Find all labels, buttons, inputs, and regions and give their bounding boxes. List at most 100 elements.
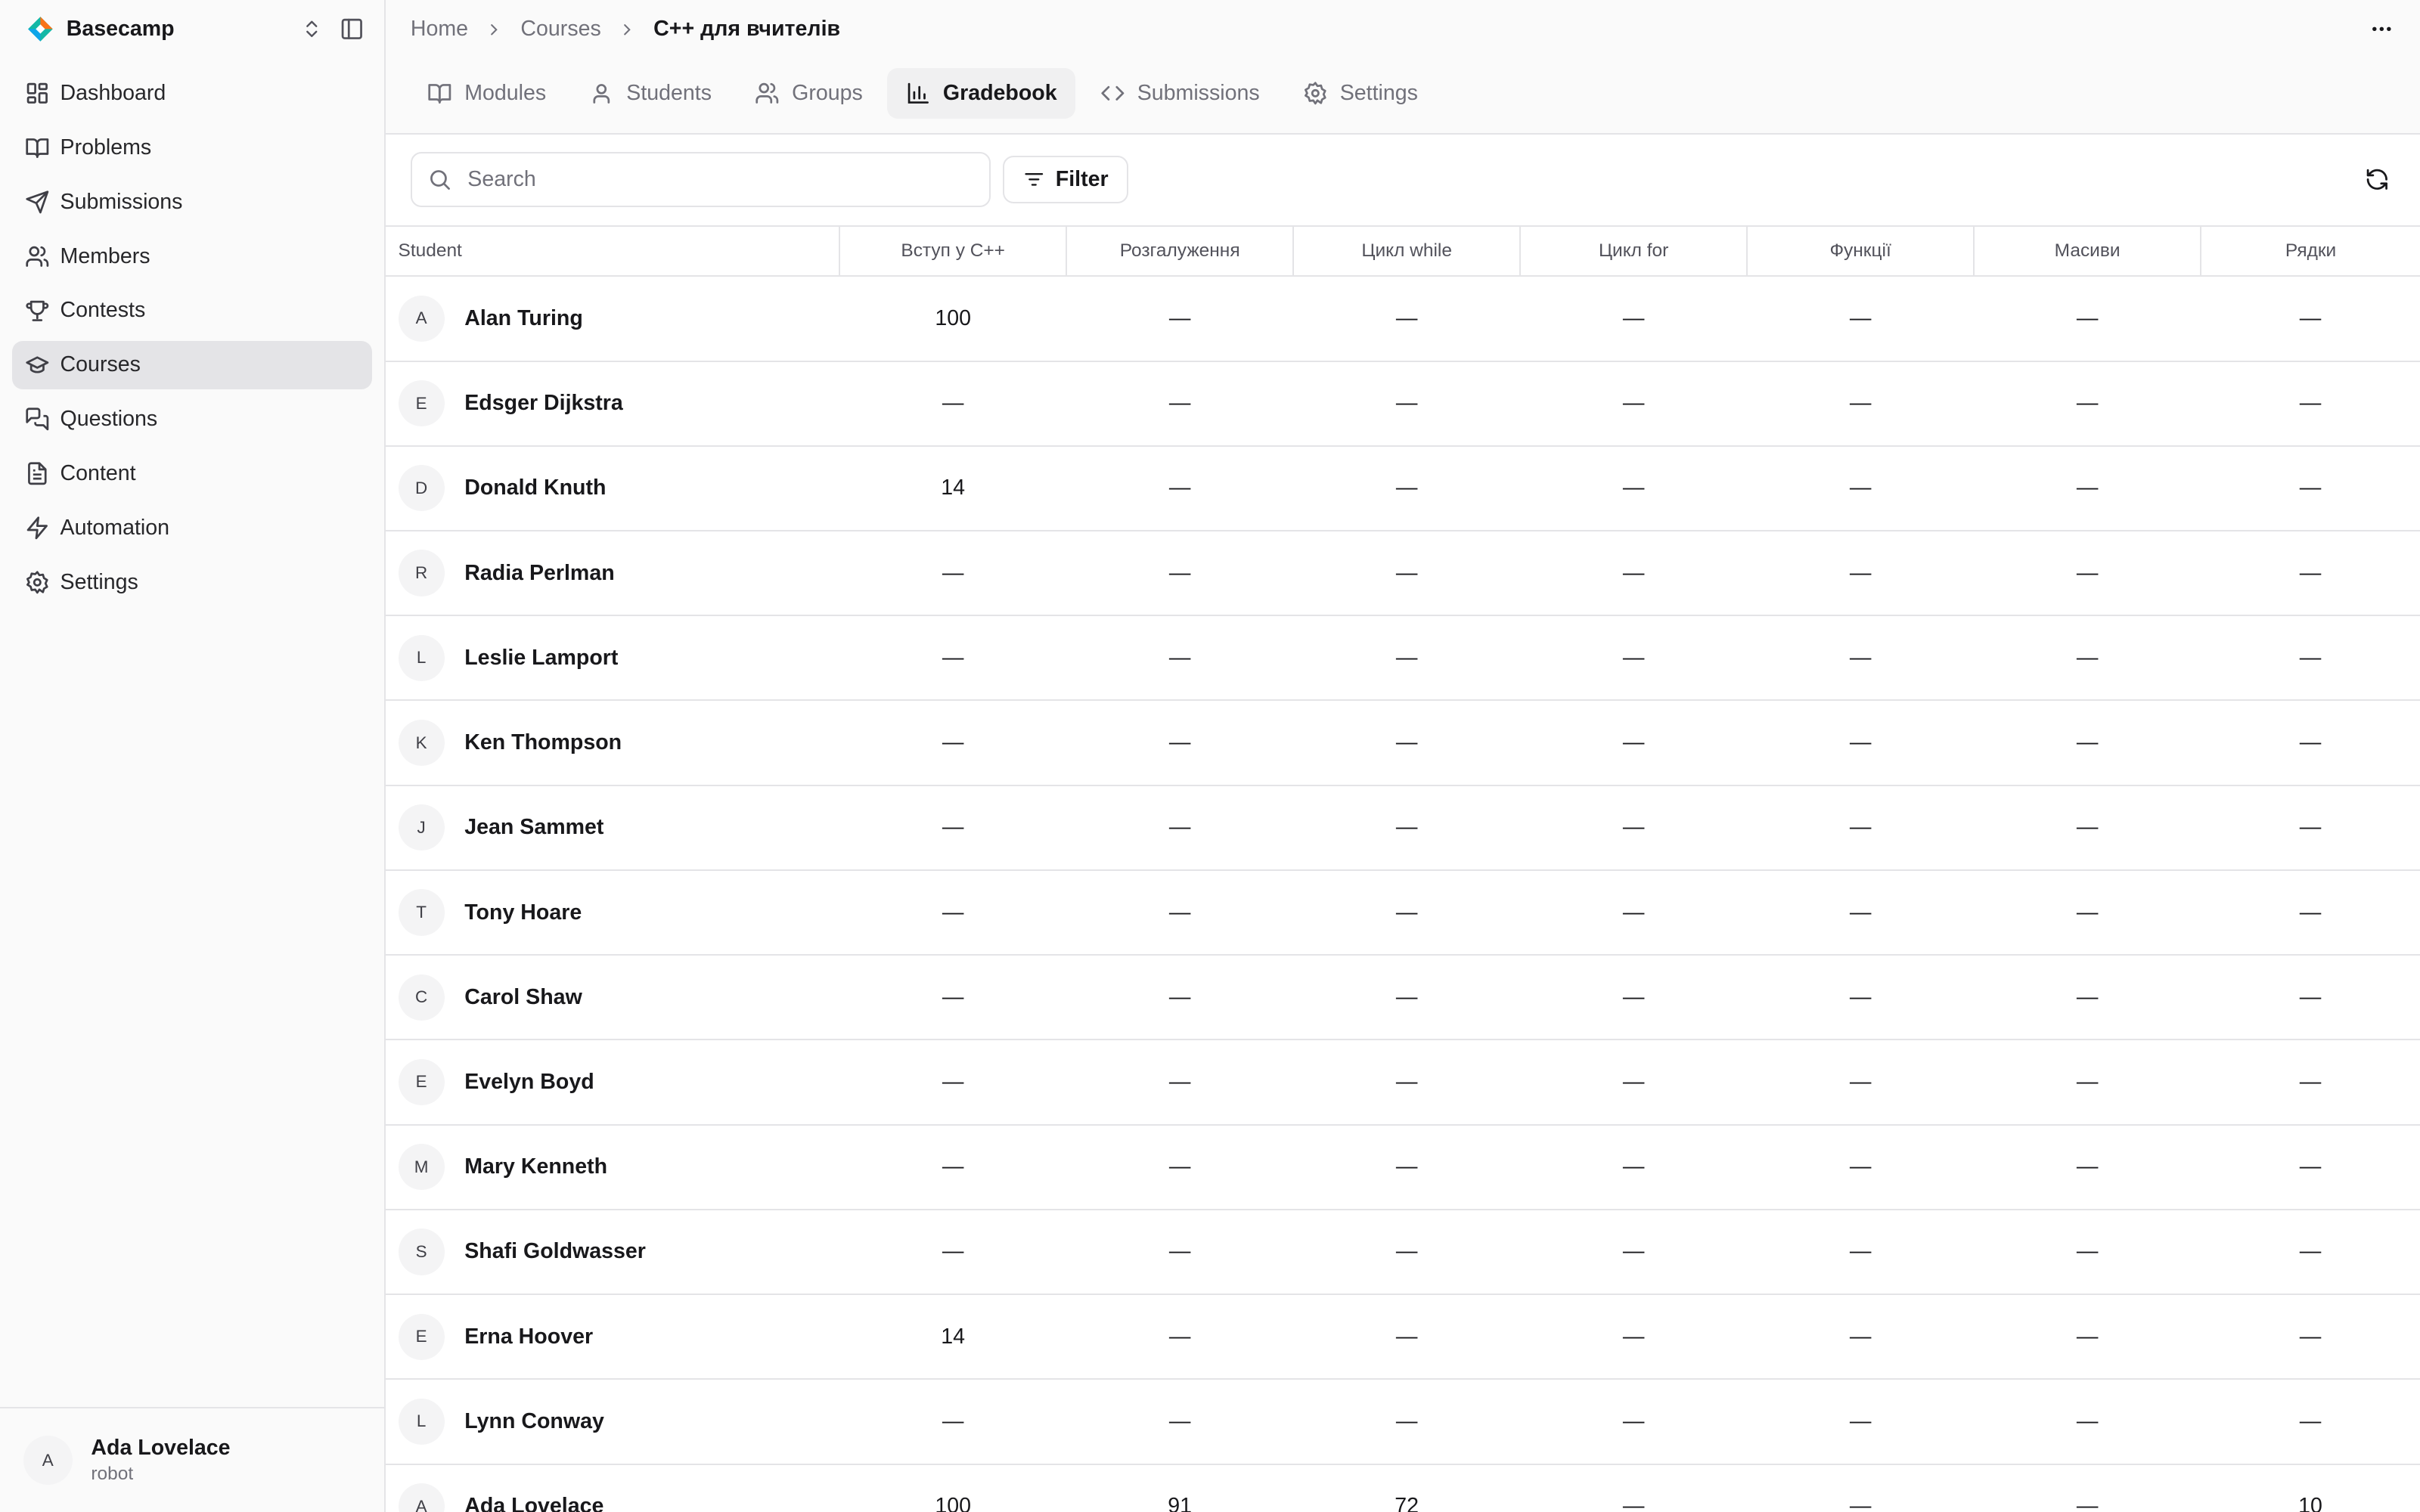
student[interactable]: R Radia Perlman <box>398 550 840 596</box>
grade-cell[interactable]: — <box>1747 785 1975 871</box>
grade-cell[interactable]: — <box>1520 1294 1748 1380</box>
grade-cell[interactable]: — <box>2201 1124 2420 1210</box>
toggle-sidebar-icon[interactable] <box>332 9 372 49</box>
sidebar-item-content[interactable]: Content <box>12 450 372 498</box>
column-header[interactable]: Вступ у C++ <box>839 226 1067 277</box>
grade-cell[interactable]: — <box>1747 361 1975 447</box>
student[interactable]: T Tony Hoare <box>398 889 840 936</box>
grade-cell[interactable]: — <box>1747 700 1975 786</box>
grade-cell[interactable]: — <box>1747 530 1975 617</box>
sidebar-item-dashboard[interactable]: Dashboard <box>12 70 372 118</box>
grade-cell[interactable]: — <box>1066 869 1294 956</box>
sidebar-item-problems[interactable]: Problems <box>12 124 372 172</box>
grade-cell[interactable]: — <box>1974 1209 2201 1296</box>
more-options-icon[interactable] <box>2365 12 2399 46</box>
grade-cell[interactable]: — <box>1974 1379 2201 1465</box>
grade-cell[interactable]: — <box>839 869 1067 956</box>
grade-cell[interactable]: — <box>1066 700 1294 786</box>
table-row[interactable]: M Mary Kenneth — — — — — — — <box>386 1124 2420 1210</box>
grade-cell[interactable]: — <box>1520 1209 1748 1296</box>
student[interactable]: L Lynn Conway <box>398 1398 840 1445</box>
grade-cell[interactable]: — <box>1520 1040 1748 1126</box>
table-row[interactable]: E Edsger Dijkstra — — — — — — — <box>386 361 2420 447</box>
grade-cell[interactable]: — <box>1066 445 1294 531</box>
table-row[interactable]: S Shafi Goldwasser — — — — — — — <box>386 1209 2420 1296</box>
column-header[interactable]: Функції <box>1746 226 1975 277</box>
grade-cell[interactable]: — <box>1066 276 1294 362</box>
student[interactable]: E Evelyn Boyd <box>398 1058 840 1106</box>
grade-cell[interactable]: — <box>1293 361 1521 447</box>
grade-cell[interactable]: — <box>1520 955 1748 1041</box>
grade-cell[interactable]: — <box>1293 276 1521 362</box>
grade-cell[interactable]: — <box>2201 1040 2420 1126</box>
grade-cell[interactable]: — <box>1520 1464 1748 1512</box>
grade-cell[interactable]: — <box>1066 785 1294 871</box>
grade-cell[interactable]: — <box>1293 1379 1521 1465</box>
student[interactable]: M Mary Kenneth <box>398 1144 840 1191</box>
sidebar-item-contests[interactable]: Contests <box>12 287 372 335</box>
grade-cell[interactable]: — <box>839 1124 1067 1210</box>
grade-cell[interactable]: — <box>1747 955 1975 1041</box>
grade-cell[interactable]: — <box>2201 869 2420 956</box>
grade-cell[interactable]: — <box>1293 700 1521 786</box>
table-row[interactable]: J Jean Sammet — — — — — — — <box>386 785 2420 871</box>
tab-modules[interactable]: Modules <box>409 68 565 119</box>
grade-cell[interactable]: — <box>1066 1209 1294 1296</box>
grade-cell[interactable]: — <box>1520 530 1748 617</box>
grade-cell[interactable]: — <box>1293 1124 1521 1210</box>
grade-cell[interactable]: — <box>1974 1294 2201 1380</box>
table-row[interactable]: T Tony Hoare — — — — — — — <box>386 869 2420 956</box>
tab-students[interactable]: Students <box>571 68 731 119</box>
grade-cell[interactable]: 100 <box>839 276 1067 362</box>
grade-cell[interactable]: — <box>2201 361 2420 447</box>
sidebar-item-submissions[interactable]: Submissions <box>12 178 372 226</box>
column-header[interactable]: Цикл for <box>1519 226 1748 277</box>
search-input[interactable] <box>467 167 974 193</box>
grade-cell[interactable]: — <box>839 361 1067 447</box>
grade-cell[interactable]: — <box>2201 276 2420 362</box>
grade-cell[interactable]: — <box>1747 1464 1975 1512</box>
grade-cell[interactable]: — <box>1520 445 1748 531</box>
tab-submissions[interactable]: Submissions <box>1081 68 1278 119</box>
grade-cell[interactable]: — <box>1293 615 1521 702</box>
tab-groups[interactable]: Groups <box>737 68 882 119</box>
student[interactable]: K Ken Thompson <box>398 719 840 767</box>
grade-cell[interactable]: 100 <box>839 1464 1067 1512</box>
workspace-switcher[interactable]: Basecamp <box>0 0 384 59</box>
table-row[interactable]: C Carol Shaw — — — — — — — <box>386 955 2420 1041</box>
grade-cell[interactable]: 14 <box>839 1294 1067 1380</box>
column-header-student[interactable]: Student <box>386 226 840 277</box>
sidebar-item-courses[interactable]: Courses <box>12 340 372 389</box>
grade-cell[interactable]: — <box>1974 276 2201 362</box>
grade-cell[interactable]: — <box>839 1040 1067 1126</box>
student[interactable]: E Erna Hoover <box>398 1313 840 1360</box>
student[interactable]: A Ada Lovelace <box>398 1483 840 1512</box>
grade-cell[interactable]: — <box>1747 276 1975 362</box>
grade-cell[interactable]: — <box>1066 1379 1294 1465</box>
sidebar-item-members[interactable]: Members <box>12 232 372 280</box>
sidebar-item-questions[interactable]: Questions <box>12 395 372 444</box>
table-row[interactable]: K Ken Thompson — — — — — — — <box>386 700 2420 786</box>
grade-cell[interactable]: — <box>1974 615 2201 702</box>
grade-cell[interactable]: — <box>1293 1294 1521 1380</box>
grade-cell[interactable]: — <box>1293 955 1521 1041</box>
table-row[interactable]: E Evelyn Boyd — — — — — — — <box>386 1040 2420 1126</box>
grade-cell[interactable]: — <box>1293 445 1521 531</box>
grade-cell[interactable]: 91 <box>1066 1464 1294 1512</box>
grade-cell[interactable]: — <box>1520 785 1748 871</box>
grade-cell[interactable]: — <box>2201 1379 2420 1465</box>
grade-cell[interactable]: — <box>2201 1294 2420 1380</box>
grade-cell[interactable]: — <box>1520 1379 1748 1465</box>
grade-cell[interactable]: — <box>839 955 1067 1041</box>
grade-cell[interactable]: — <box>1974 1040 2201 1126</box>
student[interactable]: C Carol Shaw <box>398 974 840 1021</box>
grade-cell[interactable]: — <box>2201 785 2420 871</box>
table-row[interactable]: A Ada Lovelace 100 91 72— — —10 <box>386 1464 2420 1512</box>
student[interactable]: E Edsger Dijkstra <box>398 380 840 427</box>
column-header[interactable]: Масиви <box>1973 226 2201 277</box>
column-header[interactable]: Рядки <box>2200 226 2420 277</box>
grade-cell[interactable]: — <box>1066 361 1294 447</box>
grade-cell[interactable]: — <box>1520 700 1748 786</box>
grade-cell[interactable]: — <box>1974 700 2201 786</box>
grade-cell[interactable]: 14 <box>839 445 1067 531</box>
